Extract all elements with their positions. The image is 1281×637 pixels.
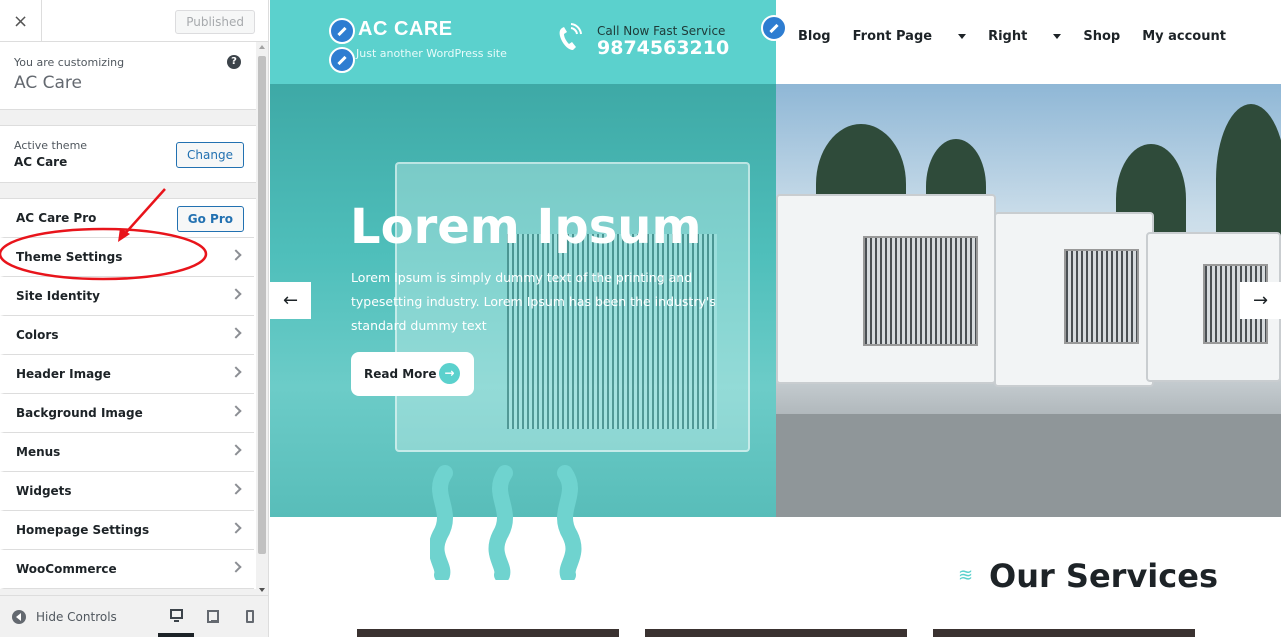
active-theme-section: Active theme AC Care Change bbox=[0, 125, 268, 183]
menu-item-menus[interactable]: Menus bbox=[0, 433, 254, 472]
chevron-right-icon bbox=[230, 327, 242, 339]
customizer-sidebar: × Published You are customizing AC Care … bbox=[0, 0, 269, 637]
edit-shortcut-icon[interactable] bbox=[329, 18, 355, 44]
tablet-preview-button[interactable] bbox=[195, 595, 231, 637]
slider-prev-button[interactable]: ← bbox=[270, 282, 311, 319]
site-title[interactable]: AC CARE bbox=[358, 18, 453, 41]
desktop-icon bbox=[169, 609, 183, 622]
collapse-icon[interactable] bbox=[12, 609, 26, 624]
call-label: Call Now Fast Service bbox=[597, 24, 726, 38]
menu-item-colors[interactable]: Colors bbox=[0, 316, 254, 355]
nav-label: Front Page bbox=[852, 29, 933, 44]
service-card[interactable] bbox=[645, 629, 907, 637]
chevron-right-icon bbox=[230, 249, 242, 261]
menu-item-label: Menus bbox=[16, 445, 61, 459]
header-branding-area: AC CARE Just another WordPress site Call… bbox=[270, 0, 776, 84]
nav-blog[interactable]: Blog bbox=[798, 29, 831, 44]
steam-decoration-icon bbox=[430, 465, 582, 580]
edit-shortcut-icon[interactable] bbox=[329, 47, 355, 73]
caret-down-icon bbox=[958, 34, 967, 39]
tablet-icon bbox=[207, 609, 219, 623]
read-more-label: Read More bbox=[364, 367, 437, 381]
menu-item-homepage-settings[interactable]: Homepage Settings bbox=[0, 511, 254, 550]
close-button[interactable]: × bbox=[0, 0, 42, 42]
sidebar-header: × Published bbox=[0, 0, 268, 42]
hero-description: Lorem Ipsum is simply dummy text of the … bbox=[351, 270, 716, 333]
chevron-right-icon bbox=[230, 561, 242, 573]
nav-shop[interactable]: Shop bbox=[1083, 29, 1120, 44]
scroll-up-icon[interactable] bbox=[259, 45, 265, 49]
customizing-info: You are customizing AC Care ? bbox=[0, 42, 268, 110]
nav-right[interactable]: Right bbox=[988, 29, 1062, 44]
customizing-site-name: AC Care bbox=[14, 73, 82, 93]
scroll-down-icon[interactable] bbox=[259, 588, 265, 592]
nav-label: Right bbox=[988, 29, 1028, 44]
mobile-preview-button[interactable] bbox=[232, 595, 268, 637]
site-tagline: Just another WordPress site bbox=[356, 47, 507, 60]
menu-item-background-image[interactable]: Background Image bbox=[0, 394, 254, 433]
change-theme-button[interactable]: Change bbox=[176, 142, 244, 168]
service-card[interactable] bbox=[357, 629, 619, 637]
phone-icon bbox=[559, 23, 582, 50]
customizing-label: You are customizing bbox=[14, 56, 125, 69]
chevron-right-icon bbox=[230, 444, 242, 456]
help-icon[interactable]: ? bbox=[227, 55, 241, 69]
primary-nav: Blog Front Page Right Shop My account bbox=[798, 29, 1248, 44]
call-number[interactable]: 9874563210 bbox=[597, 37, 729, 59]
desktop-preview-button[interactable] bbox=[158, 595, 194, 637]
menu-item-label: Background Image bbox=[16, 406, 143, 420]
mobile-icon bbox=[246, 609, 254, 623]
slider-next-button[interactable]: → bbox=[1240, 282, 1281, 319]
chevron-right-icon bbox=[230, 366, 242, 378]
menu-item-label: Homepage Settings bbox=[16, 523, 150, 537]
sidebar-footer: Hide Controls bbox=[0, 595, 268, 637]
menu-item-label: WooCommerce bbox=[16, 562, 117, 576]
steam-icon: ≋ bbox=[958, 565, 974, 586]
hide-controls-button[interactable]: Hide Controls bbox=[36, 610, 117, 624]
caret-down-icon bbox=[1053, 34, 1062, 39]
site-preview: AC CARE Just another WordPress site Call… bbox=[270, 0, 1281, 637]
services-heading: Our Services bbox=[989, 557, 1218, 595]
menu-item-woocommerce[interactable]: WooCommerce bbox=[0, 550, 254, 589]
menu-item-label: Widgets bbox=[16, 484, 72, 498]
hero-slider: Lorem Ipsum Lorem Ipsum is simply dummy … bbox=[270, 84, 1281, 517]
annotation-overlay bbox=[0, 188, 208, 281]
hero-photo bbox=[776, 84, 1281, 517]
chevron-right-icon bbox=[230, 405, 242, 417]
arrow-right-icon: → bbox=[439, 363, 460, 384]
nav-my-account[interactable]: My account bbox=[1142, 29, 1226, 44]
menu-item-label: Header Image bbox=[16, 367, 111, 381]
chevron-right-icon bbox=[230, 288, 242, 300]
menu-item-header-image[interactable]: Header Image bbox=[0, 355, 254, 394]
menu-item-label: Site Identity bbox=[16, 289, 100, 303]
menu-item-label: Colors bbox=[16, 328, 59, 342]
sidebar-scrollbar[interactable] bbox=[256, 42, 268, 595]
service-card[interactable] bbox=[933, 629, 1195, 637]
read-more-button[interactable]: Read More → bbox=[351, 352, 474, 396]
scrollbar-thumb[interactable] bbox=[258, 56, 266, 554]
annotation-ellipse bbox=[0, 227, 208, 281]
published-button[interactable]: Published bbox=[175, 10, 255, 34]
chevron-right-icon bbox=[230, 522, 242, 534]
chevron-right-icon bbox=[230, 483, 242, 495]
edit-shortcut-icon[interactable] bbox=[761, 15, 787, 41]
hero-title: Lorem Ipsum bbox=[350, 199, 702, 255]
nav-front-page[interactable]: Front Page bbox=[852, 29, 967, 44]
menu-item-widgets[interactable]: Widgets bbox=[0, 472, 254, 511]
